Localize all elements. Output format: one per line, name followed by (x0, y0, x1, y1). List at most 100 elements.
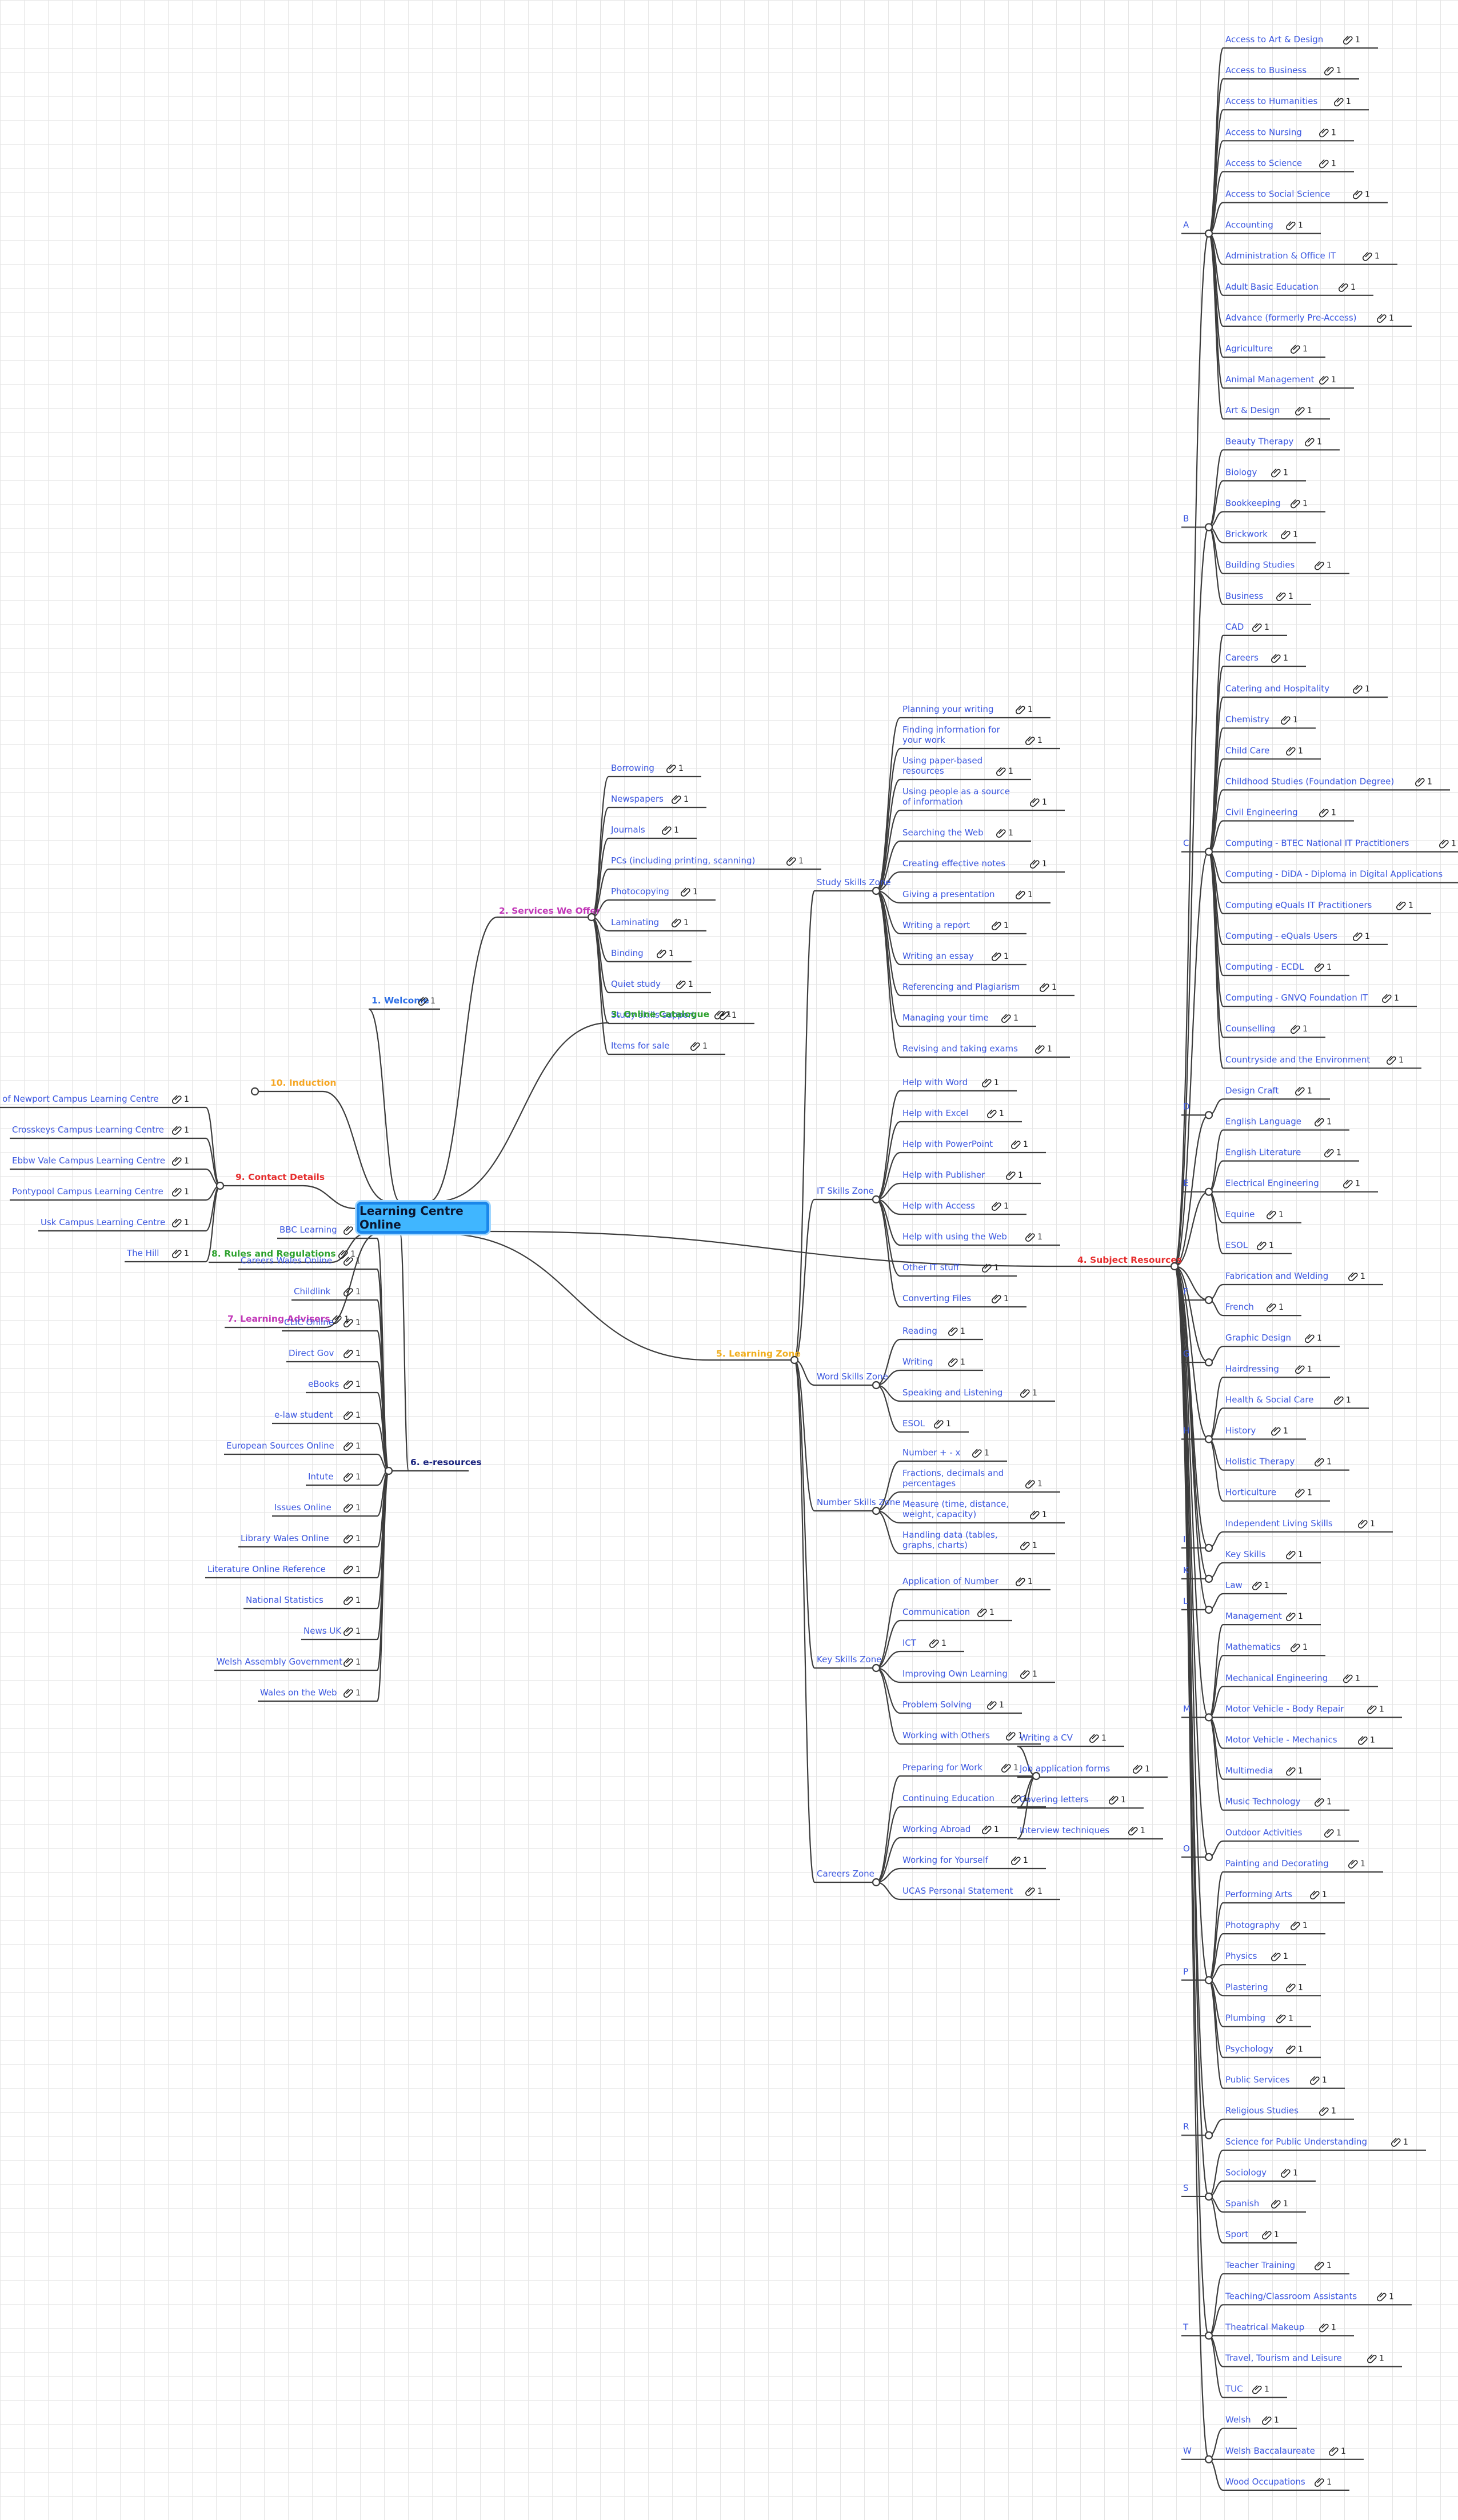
link-icon[interactable] (986, 1701, 997, 1710)
item-photography[interactable]: Photography (1225, 1920, 1280, 1930)
link-icon[interactable] (680, 887, 690, 897)
collapse-toggle[interactable] (872, 1663, 881, 1673)
item-computing-gnvq-foundation-it[interactable]: Computing - GNVQ Foundation IT (1225, 993, 1368, 1003)
collapse-toggle[interactable] (1204, 1713, 1213, 1722)
link-icon[interactable] (1005, 1731, 1016, 1741)
link-icon[interactable] (1034, 1045, 1045, 1054)
link-icon[interactable] (1285, 746, 1296, 756)
group-d[interactable]: D (1183, 1101, 1190, 1111)
item-news-uk[interactable]: News UK (303, 1626, 342, 1636)
link-icon[interactable] (1025, 1233, 1035, 1242)
link-icon[interactable] (1276, 592, 1286, 601)
link-icon[interactable] (1319, 375, 1329, 385)
link-icon[interactable] (1381, 994, 1392, 1003)
link-icon[interactable] (1020, 1670, 1030, 1679)
group-i[interactable]: I (1183, 1534, 1185, 1545)
link-icon[interactable] (1319, 2106, 1329, 2116)
link-icon[interactable] (1396, 901, 1406, 910)
collapse-toggle[interactable] (1204, 2455, 1213, 2463)
item-communication[interactable]: Communication (902, 1607, 970, 1617)
item-holistic-therapy[interactable]: Holistic Therapy (1225, 1457, 1295, 1467)
link-icon[interactable] (1376, 2292, 1387, 2302)
link-icon[interactable] (981, 1078, 992, 1088)
link-icon[interactable] (171, 1218, 182, 1228)
link-icon[interactable] (1252, 623, 1262, 632)
link-icon[interactable] (343, 1380, 353, 1390)
item-hairdressing[interactable]: Hairdressing (1225, 1363, 1279, 1374)
link-icon[interactable] (1357, 1519, 1368, 1529)
item-accounting[interactable]: Accounting (1225, 220, 1273, 230)
link-icon[interactable] (343, 1689, 353, 1698)
item-continuing-education[interactable]: Continuing Education (902, 1793, 994, 1803)
item-finding-information-for-your-work[interactable]: Finding information for your work (902, 725, 1000, 745)
item-plumbing[interactable]: Plumbing (1225, 2013, 1265, 2023)
link-icon[interactable] (1304, 437, 1315, 447)
topic-subject-resources[interactable]: 4. Subject Resources (1077, 1255, 1182, 1265)
zone-word-skills-zone[interactable]: Word Skills Zone (817, 1371, 888, 1382)
collapse-toggle[interactable] (1204, 1187, 1213, 1196)
collapse-toggle[interactable] (872, 1878, 881, 1887)
link-icon[interactable] (1025, 1887, 1035, 1897)
link-icon[interactable] (1314, 963, 1324, 973)
item-help-with-word[interactable]: Help with Word (902, 1077, 968, 1087)
link-icon[interactable] (343, 1411, 353, 1421)
link-icon[interactable] (1256, 1241, 1267, 1250)
item-religious-studies[interactable]: Religious Studies (1225, 2106, 1299, 2116)
link-icon[interactable] (1280, 530, 1291, 539)
item-revising-and-taking-exams[interactable]: Revising and taking exams (902, 1043, 1018, 1054)
collapse-toggle[interactable] (1204, 1435, 1213, 1443)
collapse-toggle[interactable] (1204, 1543, 1213, 1552)
collapse-toggle[interactable] (1170, 1262, 1179, 1271)
item-help-with-excel[interactable]: Help with Excel (902, 1108, 968, 1118)
link-icon[interactable] (1415, 777, 1425, 787)
item-usk-campus-learning-centre[interactable]: Usk Campus Learning Centre (41, 1217, 165, 1227)
link-icon[interactable] (1089, 1734, 1099, 1743)
link-icon[interactable] (1367, 1705, 1377, 1714)
item-giving-a-presentation[interactable]: Giving a presentation (902, 889, 995, 899)
link-icon[interactable] (1285, 2045, 1296, 2054)
collapse-toggle[interactable] (215, 1181, 225, 1190)
link-icon[interactable] (1309, 2075, 1320, 2085)
group-w[interactable]: W (1183, 2446, 1192, 2456)
collapse-toggle[interactable] (1204, 1358, 1213, 1367)
item-access-to-social-science[interactable]: Access to Social Science (1225, 189, 1330, 199)
link-icon[interactable] (1025, 1479, 1035, 1489)
link-icon[interactable] (1010, 1794, 1021, 1804)
link-icon[interactable] (1439, 839, 1449, 849)
item-city-of-newport-campus-learning-centre[interactable]: City of Newport Campus Learning Centre (0, 1094, 159, 1104)
zone-careers-zone[interactable]: Careers Zone (817, 1869, 874, 1879)
item-wood-occupations[interactable]: Wood Occupations (1225, 2477, 1305, 2487)
item-improving-own-learning[interactable]: Improving Own Learning (902, 1669, 1008, 1679)
item-computing-equals-it-practitioners[interactable]: Computing eQuals IT Practitioners (1225, 900, 1372, 910)
link-icon[interactable] (1290, 1025, 1300, 1034)
item-computing-btec-national-it-practitioners[interactable]: Computing - BTEC National IT Practitione… (1225, 838, 1409, 849)
item-application-of-number[interactable]: Application of Number (902, 1576, 999, 1586)
item-theatrical-makeup[interactable]: Theatrical Makeup (1225, 2322, 1304, 2332)
item-computing-equals-users[interactable]: Computing - eQuals Users (1225, 931, 1337, 941)
item-writing-a-report[interactable]: Writing a report (902, 920, 970, 930)
link-icon[interactable] (1280, 715, 1291, 725)
link-icon[interactable] (1020, 1541, 1030, 1551)
item-chemistry[interactable]: Chemistry (1225, 714, 1269, 725)
link-icon[interactable] (343, 1565, 353, 1575)
group-s[interactable]: S (1183, 2183, 1189, 2193)
item-number-x[interactable]: Number + - x (902, 1447, 961, 1458)
collapse-toggle[interactable] (872, 1195, 881, 1204)
link-icon[interactable] (690, 1042, 700, 1051)
item-photocopying[interactable]: Photocopying (611, 886, 669, 897)
item-speaking-and-listening[interactable]: Speaking and Listening (902, 1387, 1002, 1398)
link-icon[interactable] (1333, 97, 1344, 107)
link-icon[interactable] (1271, 1952, 1281, 1962)
item-spanish[interactable]: Spanish (1225, 2198, 1259, 2209)
item-creating-effective-notes[interactable]: Creating effective notes (902, 858, 1005, 869)
item-plastering[interactable]: Plastering (1225, 1982, 1268, 1992)
zone-key-skills-zone[interactable]: Key Skills Zone (817, 1654, 881, 1665)
link-icon[interactable] (1391, 2138, 1401, 2147)
item-using-people-as-a-source-of-information[interactable]: Using people as a source of information (902, 786, 1010, 807)
item-childhood-studies-foundation-degree[interactable]: Childhood Studies (Foundation Degree) (1225, 776, 1394, 786)
item-equine[interactable]: Equine (1225, 1209, 1255, 1219)
link-icon[interactable] (1328, 2446, 1339, 2456)
item-handling-data-tables-graphs-charts[interactable]: Handling data (tables, graphs, charts) (902, 1530, 998, 1550)
link-icon[interactable] (991, 921, 1001, 931)
link-icon[interactable] (1314, 1457, 1324, 1467)
